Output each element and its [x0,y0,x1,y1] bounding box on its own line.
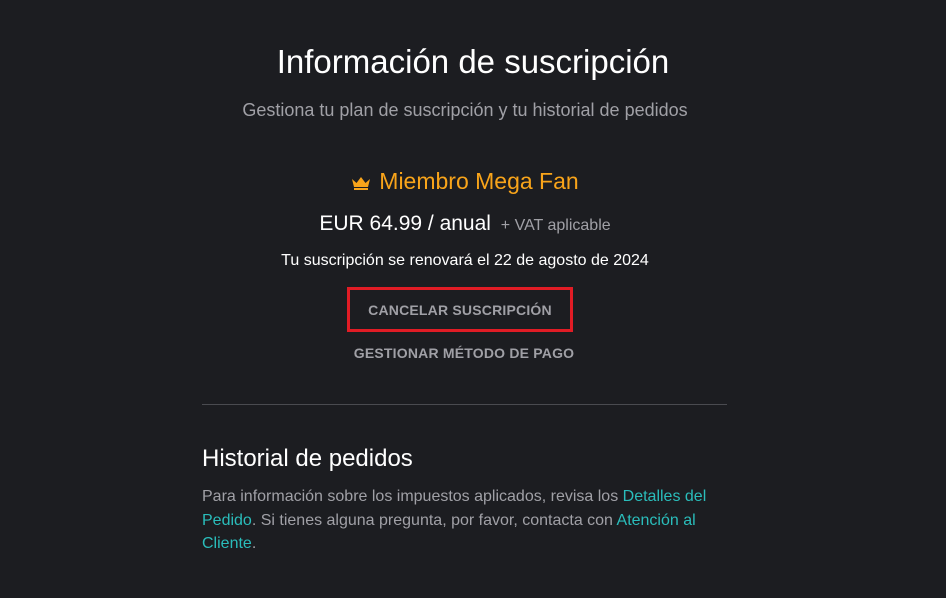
page-title: Información de suscripción [276,43,670,80]
subscription-page: Información de suscripción Gestiona tu p… [0,0,946,598]
history-text-part1: Para información sobre los impuestos apl… [202,488,623,505]
cancel-subscription-label: CANCELAR SUSCRIPCIÓN [368,301,552,318]
plan-price: EUR 64.99 / anual [319,212,491,235]
page-subtitle: Gestiona tu plan de suscripción y tu his… [242,100,688,120]
manage-payment-row: GESTIONAR MÉTODO DE PAGO [0,344,928,362]
plan-name: Miembro Mega Fan [379,168,579,194]
order-history-title: Historial de pedidos [202,445,413,472]
history-text-part3: . [251,535,257,552]
order-history-text: Para información sobre los impuestos apl… [202,485,722,556]
section-divider [202,404,727,405]
renewal-text: Tu suscripción se renovará el 22 de agos… [281,252,649,269]
history-text-part2: . Si tienes alguna pregunta, por favor, … [251,511,617,529]
vat-note: + VAT aplicable [500,217,611,234]
cancel-subscription-button[interactable]: CANCELAR SUSCRIPCIÓN [347,287,573,332]
crown-icon [352,177,371,190]
manage-payment-button[interactable]: GESTIONAR MÉTODO DE PAGO [354,345,575,361]
price-row: EUR 64.99 / anual + VAT aplicable [0,211,930,239]
plan-name-row: Miembro Mega Fan [0,167,930,195]
